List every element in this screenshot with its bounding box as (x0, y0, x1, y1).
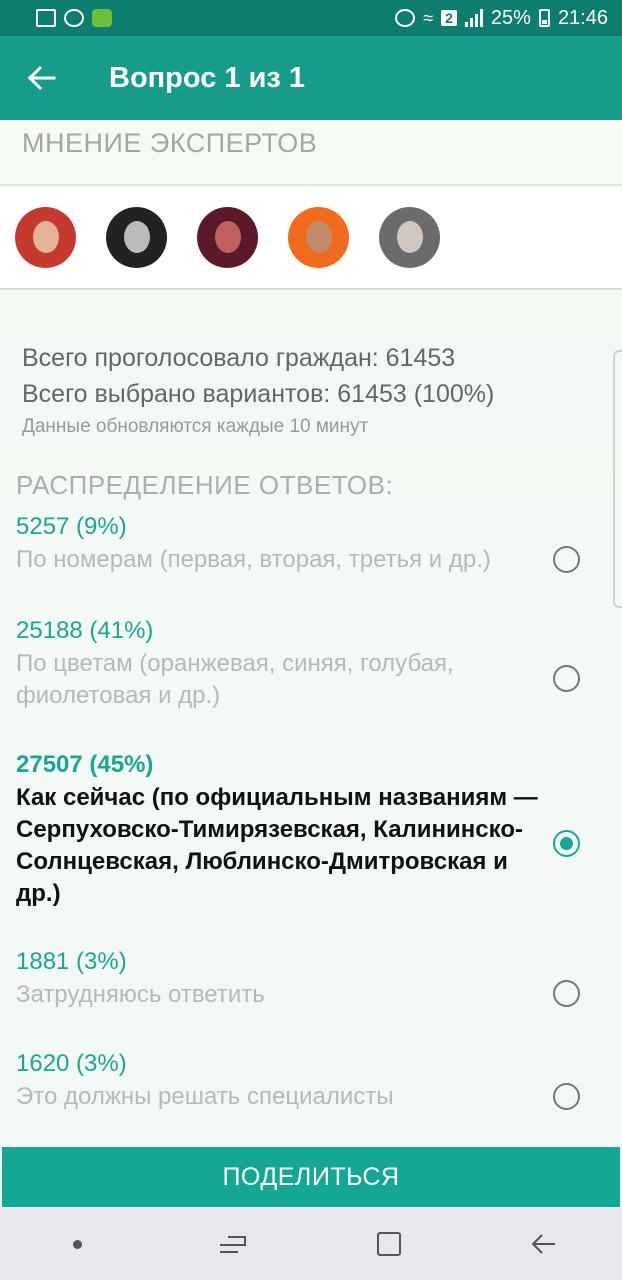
expert-avatar[interactable] (106, 206, 167, 268)
share-button[interactable]: ПОДЕЛИТЬСЯ (2, 1147, 620, 1207)
option-count: 1620 (3%) (16, 1050, 127, 1077)
option-count: 5257 (9%) (16, 513, 127, 540)
expert-photo (306, 220, 332, 253)
dot-icon (73, 1239, 83, 1249)
status-bar: ≈ 2 25% 21:46 (0, 0, 622, 36)
option-radio[interactable] (553, 665, 580, 692)
recent-apps-button[interactable] (203, 1214, 263, 1274)
expert-avatar[interactable] (15, 206, 76, 268)
scrollbar[interactable] (613, 350, 622, 608)
battery-icon (538, 9, 550, 27)
signal-icon (464, 9, 483, 27)
option-label: Это должны решать специалисты (16, 1083, 394, 1110)
update-note: Данные обновляются каждые 10 минут (22, 416, 369, 437)
at-icon (64, 9, 84, 27)
option-label: По номерам (первая, вторая, третья и др.… (16, 546, 491, 573)
alarm-icon (395, 9, 416, 27)
option-label: По цветам (оранжевая, синяя, голубая, фи… (16, 650, 454, 709)
option-radio[interactable] (553, 1083, 580, 1110)
status-left (36, 9, 112, 27)
distribution-title: РАСПРЕДЕЛЕНИЕ ОТВЕТОВ: (16, 470, 394, 500)
option-label: Как сейчас (по официальным названиям — С… (16, 784, 538, 907)
expert-photo (33, 220, 59, 253)
system-nav-bar (0, 1208, 622, 1280)
answer-option[interactable]: 1881 (3%) Затрудняюсь ответить (16, 945, 622, 1011)
answer-option[interactable]: 5257 (9%) По номерам (первая, вторая, тр… (16, 510, 622, 576)
expert-avatar[interactable] (379, 206, 440, 268)
back-button[interactable] (0, 36, 84, 120)
back-nav-button[interactable] (514, 1214, 574, 1274)
option-radio[interactable] (553, 980, 580, 1007)
option-radio[interactable] (553, 546, 580, 573)
status-right: ≈ 2 25% 21:46 (395, 7, 608, 30)
total-citizens-text: Всего проголосовало граждан: 61453 (22, 344, 456, 372)
back-arrow-icon (531, 1234, 556, 1254)
option-label: Затрудняюсь ответить (16, 981, 265, 1008)
app-icon (92, 9, 112, 27)
option-count: 25188 (41%) (16, 617, 154, 644)
expert-photo (124, 220, 150, 253)
option-radio-checked[interactable] (553, 830, 580, 857)
sim-badge: 2 (441, 10, 457, 26)
option-count: 27507 (45%) (16, 751, 154, 778)
answer-option[interactable]: 1620 (3%) Это должны решать специалисты (16, 1047, 622, 1113)
vote-stats: Всего проголосовало граждан: 61453 Всего… (22, 340, 602, 438)
home-button[interactable] (359, 1214, 419, 1274)
total-options-text: Всего выбрано вариантов: 61453 (100%) (22, 380, 495, 408)
recent-apps-icon (220, 1234, 247, 1254)
wifi-icon: ≈ (423, 7, 434, 28)
arrow-left-icon (28, 66, 56, 90)
clock: 21:46 (557, 6, 608, 29)
experts-header: МНЕНИЕ ЭКСПЕРТОВ (0, 120, 622, 186)
expert-photo (215, 220, 241, 253)
expert-photo (397, 220, 423, 253)
home-icon (376, 1232, 401, 1256)
experts-avatars-row (0, 186, 622, 290)
image-icon (36, 9, 56, 27)
battery-percent: 25% (490, 6, 531, 29)
answer-option[interactable]: 25188 (41%) По цветам (оранжевая, синяя,… (16, 614, 622, 712)
page-title: Вопрос 1 из 1 (109, 61, 306, 94)
option-count: 1881 (3%) (16, 948, 127, 975)
answer-option-selected[interactable]: 27507 (45%) Как сейчас (по официальным н… (16, 748, 622, 910)
expert-avatar[interactable] (288, 206, 349, 268)
expert-avatar[interactable] (197, 206, 258, 268)
nav-dot-button[interactable] (48, 1214, 108, 1274)
app-bar: Вопрос 1 из 1 (0, 36, 622, 120)
